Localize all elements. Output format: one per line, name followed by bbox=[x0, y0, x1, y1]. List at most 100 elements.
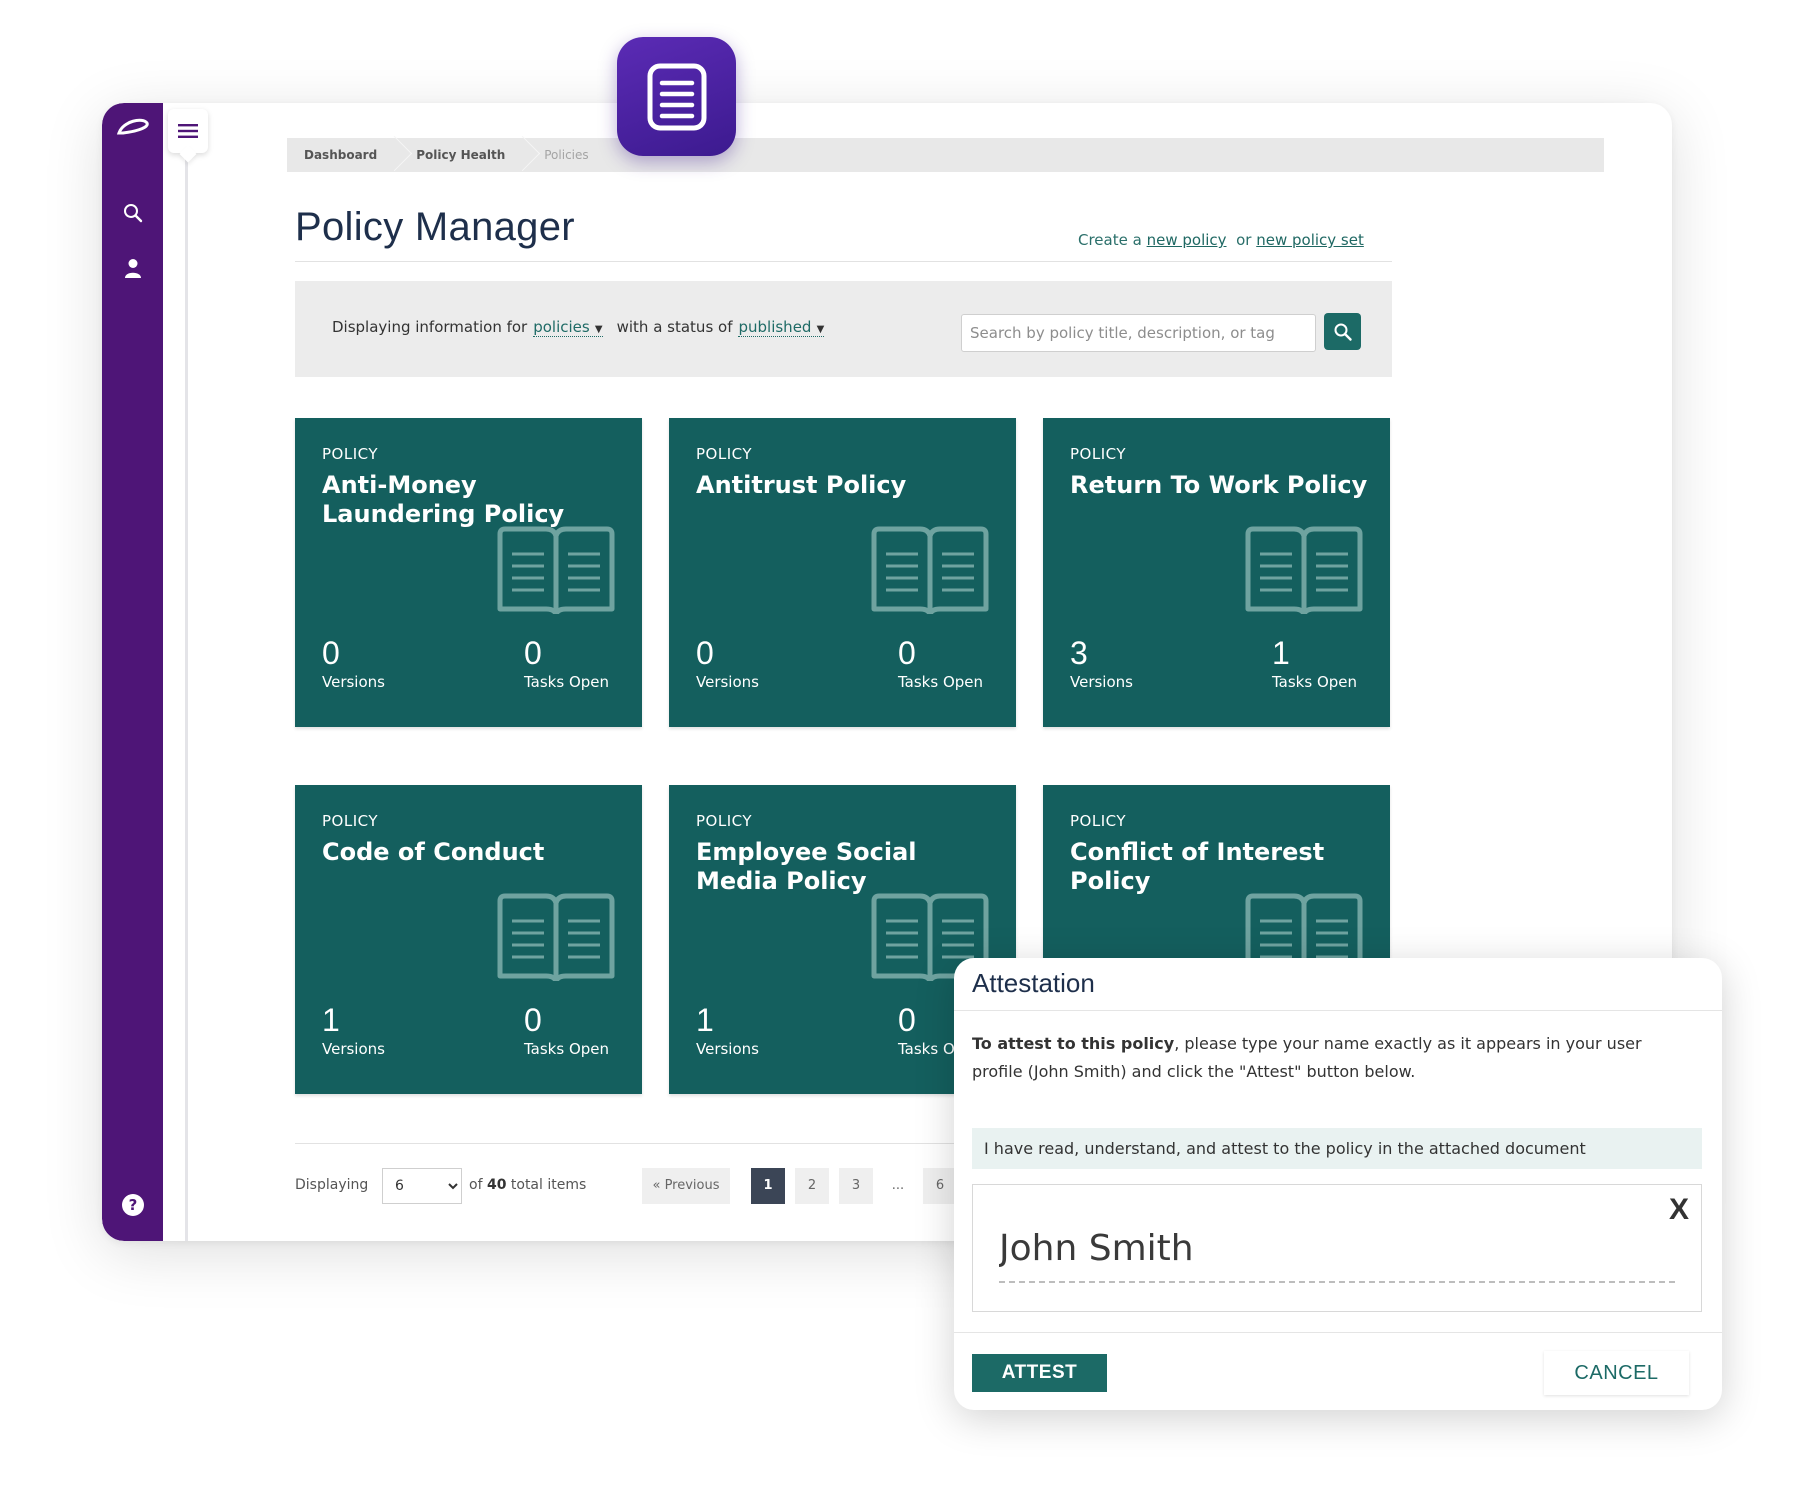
type-value: policies bbox=[533, 318, 590, 336]
policy-card[interactable]: POLICY Code of Conduct 1 Versions 0 Task… bbox=[295, 785, 642, 1094]
new-policy-link[interactable]: new policy bbox=[1147, 231, 1227, 249]
tasks-label: Tasks Open bbox=[898, 673, 984, 691]
app-badge bbox=[617, 37, 736, 156]
policy-card[interactable]: POLICY Anti-Money Laundering Policy 0 Ve… bbox=[295, 418, 642, 727]
versions-count: 1 bbox=[696, 1002, 714, 1038]
tasks-count: 0 bbox=[898, 635, 916, 671]
create-prefix: Create a bbox=[1078, 231, 1142, 249]
tasks-count: 1 bbox=[1272, 635, 1290, 671]
attestation-instructions: To attest to this policy, please type yo… bbox=[972, 1030, 1692, 1086]
tasks-label: Tasks Open bbox=[524, 1040, 610, 1058]
help-icon[interactable]: ? bbox=[102, 1193, 163, 1217]
total-count: 40 bbox=[486, 1177, 507, 1193]
menu-toggle-button[interactable] bbox=[168, 109, 208, 153]
hamburger-icon bbox=[178, 124, 198, 138]
type-dropdown[interactable]: policies ▼ bbox=[533, 318, 603, 337]
of-label: of bbox=[469, 1177, 483, 1193]
versions-count: 0 bbox=[322, 635, 340, 671]
tasks-count: 0 bbox=[524, 1002, 542, 1038]
per-page-select[interactable]: 6 bbox=[382, 1168, 462, 1204]
signature-box: X bbox=[972, 1184, 1702, 1312]
dialog-header-divider bbox=[954, 1010, 1722, 1011]
card-title: Anti-Money Laundering Policy bbox=[322, 471, 565, 528]
open-book-icon bbox=[497, 893, 615, 981]
page-1-button[interactable]: 1 bbox=[751, 1168, 785, 1204]
card-kind: POLICY bbox=[322, 812, 379, 830]
page-3-button[interactable]: 3 bbox=[839, 1168, 873, 1204]
caret-down-icon: ▼ bbox=[813, 324, 825, 335]
pagination: Displaying 6 of 40 total items « Previou… bbox=[295, 1167, 995, 1204]
logo-icon[interactable] bbox=[102, 115, 163, 141]
versions-count: 0 bbox=[696, 635, 714, 671]
status-dropdown[interactable]: published ▼ bbox=[738, 318, 825, 337]
signature-line bbox=[999, 1281, 1675, 1283]
dialog-footer-divider bbox=[954, 1332, 1722, 1333]
filter-bar: Displaying information for policies ▼ wi… bbox=[295, 281, 1392, 377]
caret-down-icon: ▼ bbox=[591, 324, 603, 335]
create-links: Create a new policy or new policy set bbox=[1078, 231, 1364, 249]
breadcrumb-policy-health[interactable]: Policy Health bbox=[399, 138, 527, 172]
card-title: Code of Conduct bbox=[322, 838, 545, 866]
versions-label: Versions bbox=[1070, 673, 1133, 691]
displaying-label: Displaying bbox=[295, 1177, 369, 1193]
page-2-button[interactable]: 2 bbox=[795, 1168, 829, 1204]
create-or: or bbox=[1236, 231, 1252, 249]
filter-prefix: Displaying information for bbox=[332, 318, 528, 336]
open-book-icon bbox=[497, 526, 615, 614]
card-kind: POLICY bbox=[322, 445, 379, 463]
cancel-button[interactable]: CANCEL bbox=[1544, 1351, 1689, 1395]
attestation-statement: I have read, understand, and attest to t… bbox=[972, 1128, 1702, 1169]
total-suffix: total items bbox=[510, 1177, 587, 1193]
clear-signature-button[interactable]: X bbox=[1669, 1193, 1689, 1227]
page-6-button[interactable]: 6 bbox=[923, 1168, 957, 1204]
page-title: Policy Manager bbox=[295, 205, 575, 249]
attest-button[interactable]: ATTEST bbox=[972, 1354, 1107, 1392]
card-title: Return To Work Policy bbox=[1070, 471, 1368, 499]
tasks-label: Tasks Open bbox=[1272, 673, 1358, 691]
tasks-count: 0 bbox=[524, 635, 542, 671]
open-book-icon bbox=[1245, 526, 1363, 614]
title-divider bbox=[295, 261, 1392, 262]
search-icon bbox=[1334, 323, 1352, 341]
status-prefix: with a status of bbox=[616, 318, 733, 336]
svg-text:?: ? bbox=[128, 1196, 137, 1214]
open-book-icon bbox=[871, 526, 989, 614]
policy-card[interactable]: POLICY Return To Work Policy 3 Versions … bbox=[1043, 418, 1390, 727]
card-title: Antitrust Policy bbox=[696, 471, 907, 499]
breadcrumb-policies: Policies bbox=[544, 148, 589, 162]
versions-label: Versions bbox=[696, 1040, 759, 1058]
total-items-label: of 40 total items bbox=[469, 1177, 586, 1193]
search-icon[interactable] bbox=[102, 202, 163, 224]
versions-count: 1 bbox=[322, 1002, 340, 1038]
attestation-dialog: Attestation To attest to this policy, pl… bbox=[954, 958, 1722, 1410]
breadcrumb-dashboard[interactable]: Dashboard bbox=[287, 138, 399, 172]
previous-page-button[interactable]: « Previous bbox=[642, 1168, 730, 1204]
document-icon bbox=[647, 63, 706, 130]
sidebar: ? bbox=[102, 103, 163, 1241]
card-kind: POLICY bbox=[696, 445, 753, 463]
card-title: Employee Social Media Policy bbox=[696, 838, 917, 895]
filter-text: Displaying information for policies ▼ wi… bbox=[332, 318, 825, 337]
card-kind: POLICY bbox=[1070, 812, 1127, 830]
search-button[interactable] bbox=[1324, 313, 1361, 350]
pagination-ellipsis: ... bbox=[891, 1178, 905, 1193]
card-kind: POLICY bbox=[1070, 445, 1127, 463]
versions-label: Versions bbox=[696, 673, 759, 691]
card-kind: POLICY bbox=[696, 812, 753, 830]
versions-count: 3 bbox=[1070, 635, 1088, 671]
policy-card[interactable]: POLICY Antitrust Policy 0 Versions 0 Tas… bbox=[669, 418, 1016, 727]
new-policy-set-link[interactable]: new policy set bbox=[1256, 231, 1364, 249]
breadcrumb: Dashboard Policy Health Policies bbox=[287, 138, 1604, 172]
sidebar-rail bbox=[185, 133, 188, 1241]
status-value: published bbox=[738, 318, 812, 336]
search-input[interactable] bbox=[961, 314, 1316, 352]
signature-input[interactable] bbox=[999, 1223, 1679, 1273]
card-title: Conflict of Interest Policy bbox=[1070, 838, 1325, 895]
tasks-label: Tasks Open bbox=[524, 673, 610, 691]
tasks-count: 0 bbox=[898, 1002, 916, 1038]
versions-label: Versions bbox=[322, 673, 385, 691]
dialog-title: Attestation bbox=[972, 968, 1095, 998]
versions-label: Versions bbox=[322, 1040, 385, 1058]
instructions-bold: To attest to this policy bbox=[972, 1034, 1175, 1053]
user-icon[interactable] bbox=[102, 257, 163, 279]
